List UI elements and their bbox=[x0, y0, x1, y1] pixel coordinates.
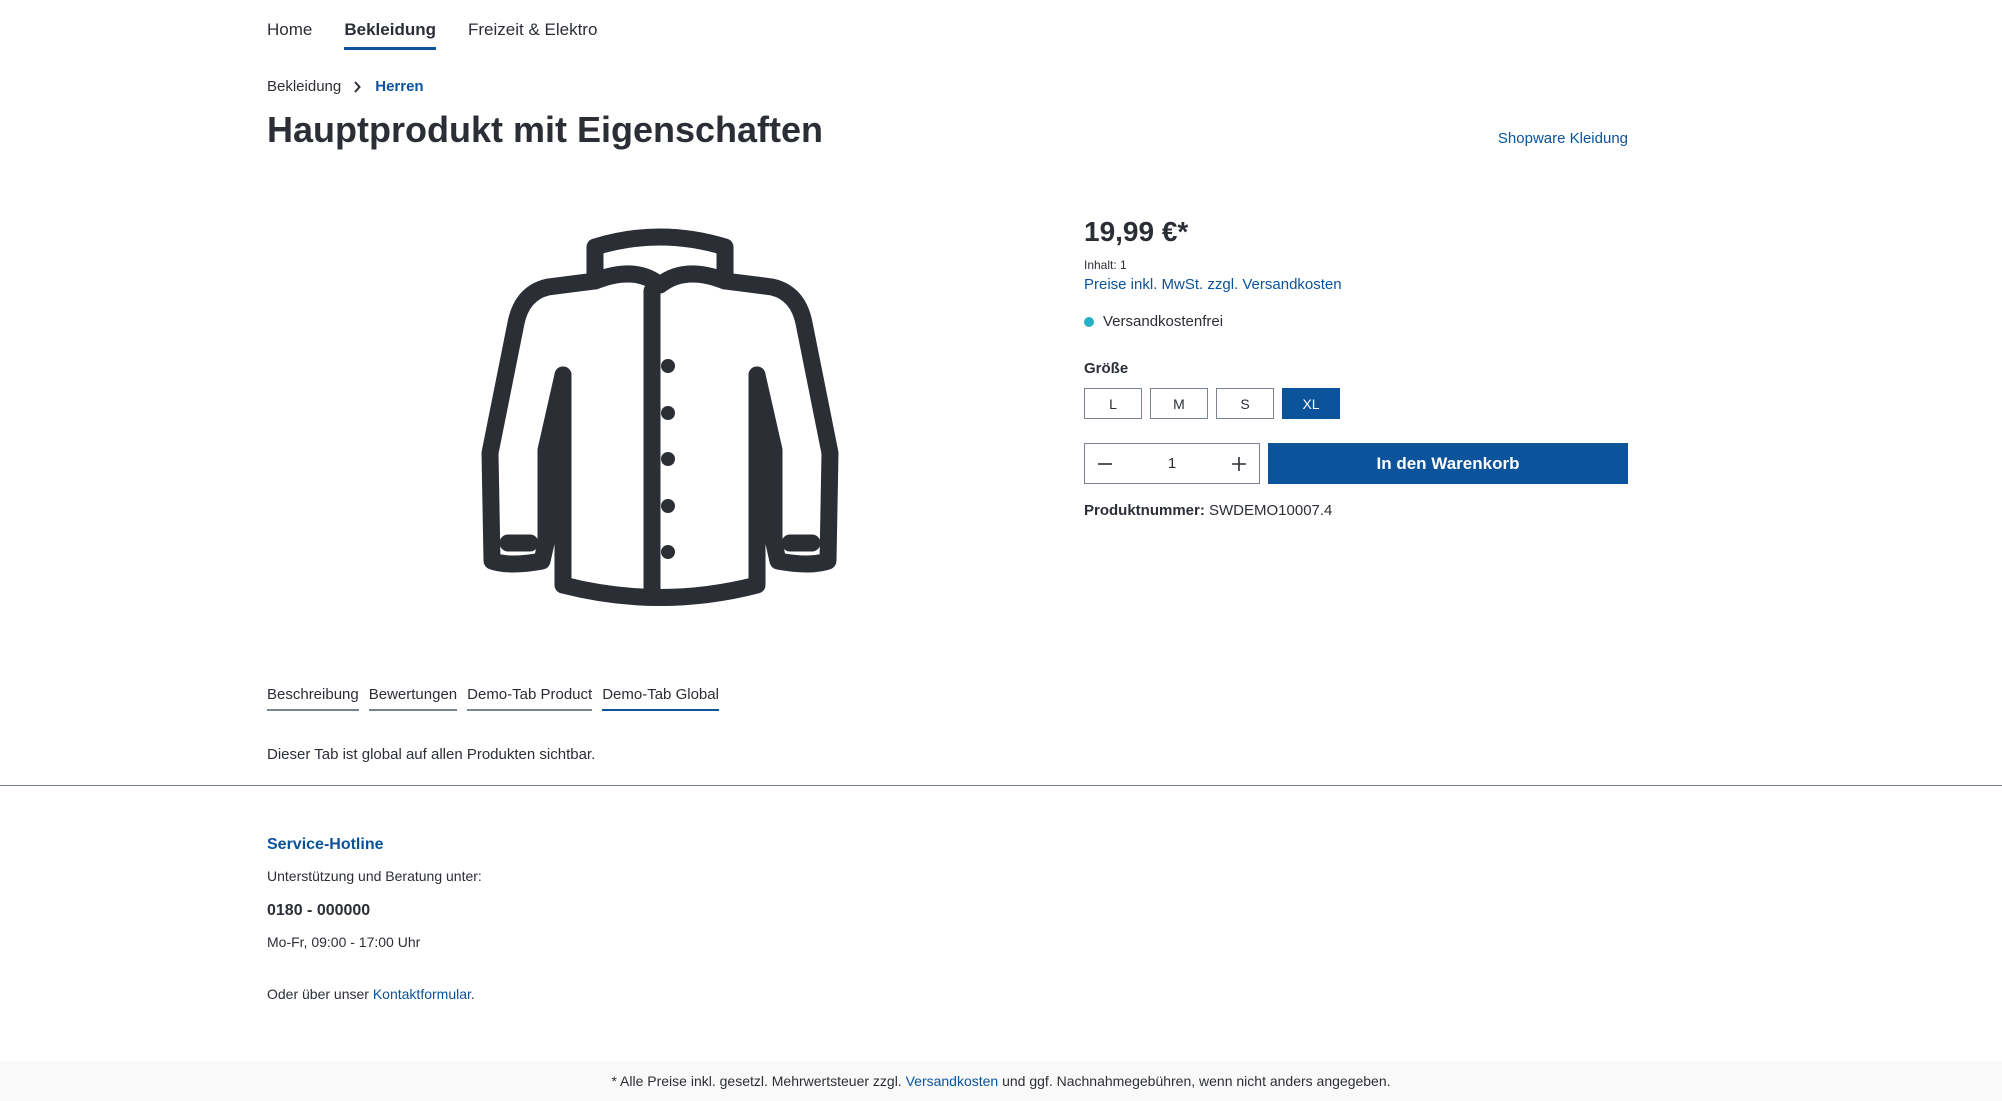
service-hours: Mo-Fr, 09:00 - 17:00 Uhr bbox=[267, 934, 421, 950]
service-title: Service-Hotline bbox=[267, 836, 384, 853]
footer-shipping-link[interactable]: Versandkosten bbox=[906, 1073, 999, 1089]
product-number-label: Produktnummer: bbox=[1084, 502, 1205, 519]
size-option-s[interactable]: S bbox=[1216, 388, 1274, 419]
plus-icon[interactable] bbox=[1229, 454, 1249, 474]
service-hotline: Service-Hotline Unterstützung und Beratu… bbox=[267, 836, 482, 1002]
nav-item-freizeit-elektro[interactable]: Freizeit & Elektro bbox=[468, 20, 597, 50]
service-phone[interactable]: 0180 - 000000 bbox=[267, 902, 482, 920]
quantity-stepper bbox=[1084, 443, 1260, 484]
breadcrumb-item-bekleidung[interactable]: Bekleidung bbox=[267, 78, 341, 95]
minus-icon[interactable] bbox=[1095, 454, 1115, 474]
tab-demo-product[interactable]: Demo-Tab Product bbox=[467, 686, 593, 711]
product-number: Produktnummer: SWDEMO10007.4 bbox=[1084, 502, 1628, 519]
size-option-l[interactable]: L bbox=[1084, 388, 1142, 419]
quantity-input[interactable] bbox=[1150, 454, 1194, 473]
content-info: Inhalt: 1 bbox=[1084, 258, 1127, 272]
footer-vat-notice: * Alle Preise inkl. gesetzl. Mehrwertste… bbox=[0, 1061, 2002, 1101]
tax-shipping-link[interactable]: Preise inkl. MwSt. zzgl. Versandkosten bbox=[1084, 276, 1628, 293]
footer-text-prefix: * Alle Preise inkl. gesetzl. Mehrwertste… bbox=[611, 1073, 906, 1089]
product-image[interactable] bbox=[470, 225, 850, 625]
product-tabs: Beschreibung Bewertungen Demo-Tab Produc… bbox=[267, 686, 719, 711]
tab-demo-global[interactable]: Demo-Tab Global bbox=[602, 686, 719, 711]
tab-content: Dieser Tab ist global auf allen Produkte… bbox=[267, 746, 596, 763]
main-navigation: Home Bekleidung Freizeit & Elektro bbox=[267, 20, 629, 50]
footer-text-suffix: und ggf. Nachnahmegebühren, wenn nicht a… bbox=[998, 1073, 1391, 1089]
contact-form-link[interactable]: Kontaktformular bbox=[373, 986, 471, 1002]
nav-item-home[interactable]: Home bbox=[267, 20, 312, 50]
size-options: L M S XL bbox=[1084, 388, 1628, 419]
page-title: Hauptprodukt mit Eigenschaften bbox=[267, 109, 824, 150]
add-to-cart-button[interactable]: In den Warenkorb bbox=[1268, 443, 1628, 484]
delivery-text: Versandkostenfrei bbox=[1103, 313, 1224, 330]
product-number-value: SWDEMO10007.4 bbox=[1209, 502, 1333, 519]
product-price: 19,99 €* bbox=[1084, 216, 1189, 247]
service-text: Unterstützung und Beratung unter: bbox=[267, 868, 482, 884]
delivery-status-icon bbox=[1084, 316, 1094, 327]
size-option-m[interactable]: M bbox=[1150, 388, 1208, 419]
buy-box: 19,99 €* Inhalt: 1 Preise inkl. MwSt. zz… bbox=[1084, 216, 1628, 519]
tab-bewertungen[interactable]: Bewertungen bbox=[368, 686, 458, 711]
variant-label: Größe bbox=[1084, 360, 1129, 377]
tab-beschreibung[interactable]: Beschreibung bbox=[267, 686, 359, 711]
breadcrumb-item-herren[interactable]: Herren bbox=[375, 78, 423, 95]
size-option-xl[interactable]: XL bbox=[1282, 388, 1340, 419]
jacket-icon bbox=[481, 228, 839, 606]
breadcrumb: Bekleidung Herren bbox=[267, 78, 424, 95]
manufacturer-link[interactable]: Shopware Kleidung bbox=[1498, 130, 1628, 147]
nav-item-bekleidung[interactable]: Bekleidung bbox=[344, 20, 436, 50]
chevron-right-icon bbox=[353, 80, 363, 93]
service-contact-prefix: Oder über unser bbox=[267, 986, 373, 1002]
footer-divider bbox=[0, 785, 2002, 786]
service-contact-suffix: . bbox=[470, 986, 475, 1002]
buy-row: In den Warenkorb bbox=[1084, 443, 1628, 484]
service-contact: Oder über unser Kontaktformular. bbox=[267, 986, 482, 1002]
delivery-info: Versandkostenfrei bbox=[1084, 313, 1628, 330]
